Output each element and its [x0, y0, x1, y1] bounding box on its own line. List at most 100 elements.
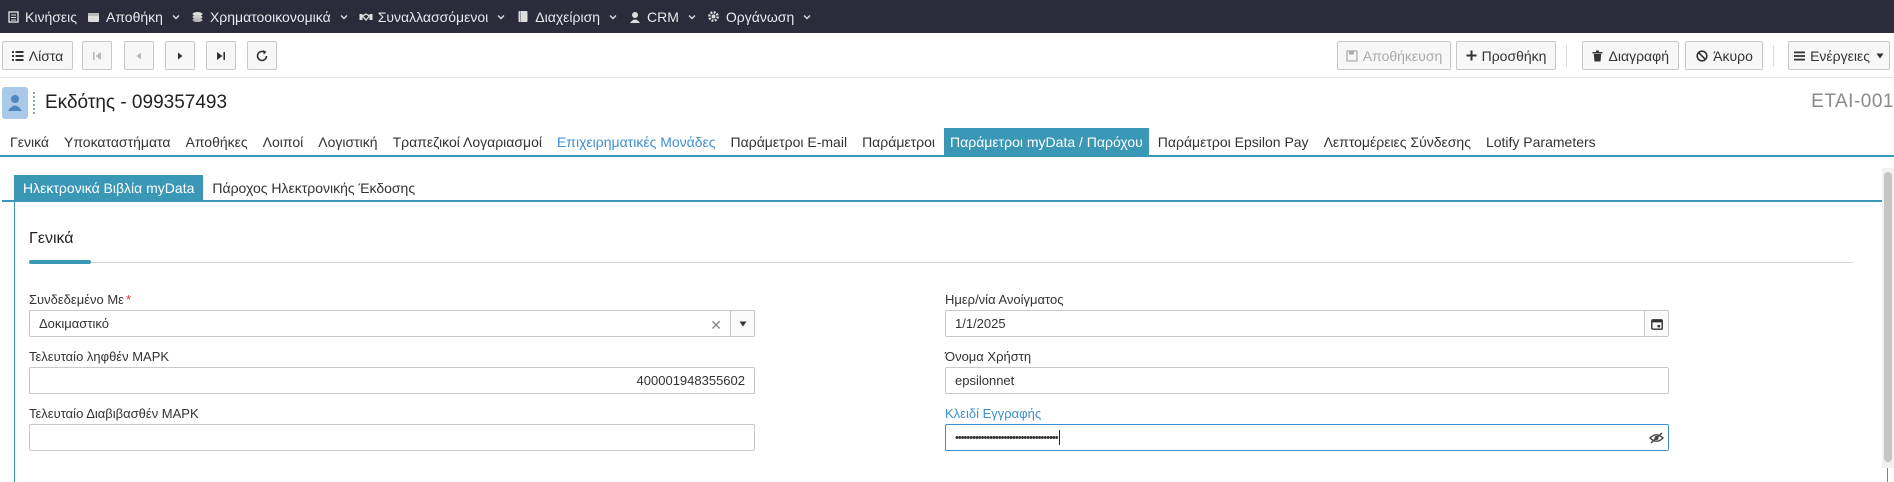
- nav-item-label: Χρηματοοικονομικά: [209, 8, 331, 25]
- tab-general[interactable]: Γενικά: [4, 128, 55, 155]
- refresh-icon: [256, 49, 268, 61]
- eye-slash-icon: [1648, 431, 1664, 444]
- caret-down-icon: [739, 321, 746, 326]
- chevron-down-icon: [496, 12, 506, 22]
- caret-down-icon: [1876, 53, 1884, 59]
- toolbar: Λίστα Αποθήκευση Προσθήκη Διαγραφή Άκυρο…: [0, 33, 1894, 78]
- linked-with-select[interactable]: Δοκιμαστικό ✕: [29, 310, 755, 337]
- tab-parameters[interactable]: Παράμετροι: [856, 128, 941, 155]
- nav-item-organization[interactable]: Οργάνωση: [707, 0, 822, 33]
- user-icon: [8, 95, 22, 111]
- page-title: Εκδότης - 099357493: [45, 92, 228, 113]
- opening-date-value: 1/1/2025: [955, 316, 1006, 331]
- nav-item-apothiki[interactable]: Αποθήκη: [87, 0, 191, 33]
- cancel-button[interactable]: Άκυρο: [1685, 41, 1763, 70]
- last-received-mark-input[interactable]: 400001948355602: [29, 367, 755, 394]
- save-button[interactable]: Αποθήκευση: [1337, 41, 1451, 70]
- tab-accounting[interactable]: Λογιστική: [312, 128, 383, 155]
- tab-branches[interactable]: Υποκαταστήματα: [58, 128, 176, 155]
- actions-button[interactable]: Ενέργειες: [1788, 41, 1890, 70]
- tab-mydata-parameters[interactable]: Παράμετροι myData / Παρόχου: [944, 128, 1149, 155]
- tab-lotify-parameters[interactable]: Lotify Parameters: [1480, 128, 1602, 155]
- skip-first-icon: [93, 51, 101, 60]
- coins-icon: [191, 10, 205, 24]
- last-read-mark-input[interactable]: [29, 424, 755, 451]
- tab-bar: Γενικά Υποκαταστήματα Αποθήκες Λοιποί Λο…: [0, 128, 1894, 157]
- nav-item-kiniseis[interactable]: Κινήσεις: [6, 0, 87, 33]
- subtab-mydata-books[interactable]: Ηλεκτρονικά Βιβλία myData: [14, 175, 204, 200]
- registration-key-value: ••••••••••••••••••••••••••••••••••••: [955, 431, 1059, 444]
- date-picker-button[interactable]: [1644, 311, 1668, 336]
- username-value: epsilonnet: [955, 373, 1015, 388]
- tab-bank-accounts[interactable]: Τραπεζικοί Λογαριασμοί: [387, 128, 548, 155]
- linked-with-value: Δοκιμαστικό: [39, 316, 109, 331]
- menu-icon: [1794, 49, 1806, 62]
- toolbar-separator: [1773, 45, 1774, 67]
- nav-item-label: Συναλλασσόμενοι: [377, 8, 489, 25]
- list-button[interactable]: Λίστα: [2, 41, 73, 70]
- delete-button[interactable]: Διαγραφή: [1582, 41, 1679, 70]
- floppy-icon: [1346, 49, 1358, 62]
- trash-icon: [1592, 49, 1604, 62]
- nav-item-label: Διαχείριση: [535, 8, 601, 25]
- gear-icon: [707, 10, 721, 24]
- username-input[interactable]: epsilonnet: [945, 367, 1669, 394]
- tab-business-units[interactable]: Επιχειρηματικές Μονάδες: [551, 128, 722, 155]
- skip-last-icon: [217, 51, 225, 60]
- next-record-button[interactable]: [165, 41, 195, 70]
- cancel-button-label: Άκυρο: [1713, 47, 1753, 64]
- nav-item-label: Οργάνωση: [725, 8, 795, 25]
- toolbar-separator: [1566, 45, 1567, 67]
- opening-date-label: Ημερ/νία Ανοίγματος: [945, 292, 1064, 307]
- section-accent: [29, 260, 91, 264]
- caret-right-icon: [178, 52, 183, 59]
- registration-key-input[interactable]: ••••••••••••••••••••••••••••••••••••: [945, 424, 1669, 451]
- list-icon: [11, 49, 24, 62]
- nav-item-financials[interactable]: Χρηματοοικονομικά: [191, 0, 359, 33]
- refresh-button[interactable]: [247, 41, 277, 70]
- list-icon: [6, 10, 20, 24]
- toggle-visibility-button[interactable]: [1644, 425, 1668, 450]
- scrollbar[interactable]: [1882, 168, 1894, 468]
- last-read-mark-label: Τελευταίο Διαβιβασθέν ΜΑΡΚ: [29, 406, 199, 421]
- chevron-down-icon: [339, 12, 349, 22]
- add-button-label: Προσθήκη: [1481, 47, 1547, 64]
- tab-content: Ηλεκτρονικά Βιβλία myData Πάροχος Ηλεκτρ…: [2, 171, 1888, 482]
- section-title: Γενικά: [29, 230, 74, 247]
- ban-icon: [1695, 49, 1708, 62]
- username-label: Όνομα Χρήστη: [945, 349, 1032, 364]
- section-divider: [29, 262, 1853, 263]
- previous-record-button[interactable]: [124, 41, 154, 70]
- required-mark: *: [125, 292, 132, 307]
- linked-with-label: Συνδεδεμένο Με *: [29, 292, 132, 307]
- opening-date-input[interactable]: 1/1/2025: [945, 310, 1669, 337]
- tab-warehouses[interactable]: Αποθήκες: [179, 128, 253, 155]
- caret-left-icon: [136, 52, 141, 59]
- first-record-button[interactable]: [82, 41, 112, 70]
- avatar: [2, 87, 28, 119]
- list-button-label: Λίστα: [28, 47, 64, 64]
- form-panel: Γενικά Συνδεδεμένο Με * Δοκιμαστικό ✕ Τελ…: [14, 202, 1888, 482]
- add-button[interactable]: Προσθήκη: [1456, 41, 1556, 70]
- last-received-mark-value: 400001948355602: [636, 373, 745, 388]
- nav-item-counterparties[interactable]: Συναλλασσόμενοι: [359, 0, 517, 33]
- last-record-button[interactable]: [206, 41, 236, 70]
- nav-item-label: CRM: [647, 8, 679, 25]
- top-navigation: Κινήσεις Αποθήκη Χρηματοοικονομικά Συναλ…: [0, 0, 1894, 33]
- clear-icon[interactable]: ✕: [710, 317, 722, 334]
- nav-item-label: Αποθήκη: [105, 8, 163, 25]
- tab-epsilon-pay[interactable]: Παράμετροι Epsilon Pay: [1152, 128, 1315, 155]
- tab-connection-details[interactable]: Λεπτομέρειες Σύνδεσης: [1318, 128, 1477, 155]
- tab-email-parameters[interactable]: Παράμετροι E-mail: [725, 128, 854, 155]
- drag-handle[interactable]: [33, 92, 37, 114]
- chevron-down-icon: [687, 12, 697, 22]
- subtab-einvoice-provider[interactable]: Πάροχος Ηλεκτρονικής Έκδοσης: [203, 175, 424, 200]
- record-code: ETAI-001: [1811, 91, 1894, 112]
- nav-item-management[interactable]: Διαχείριση: [516, 0, 628, 33]
- nav-item-label: Κινήσεις: [25, 8, 77, 25]
- nav-item-crm[interactable]: CRM: [628, 0, 707, 33]
- scrollbar-thumb[interactable]: [1884, 172, 1892, 462]
- tab-other[interactable]: Λοιποί: [257, 128, 310, 155]
- dropdown-toggle[interactable]: [730, 311, 754, 336]
- chevron-down-icon: [171, 12, 181, 22]
